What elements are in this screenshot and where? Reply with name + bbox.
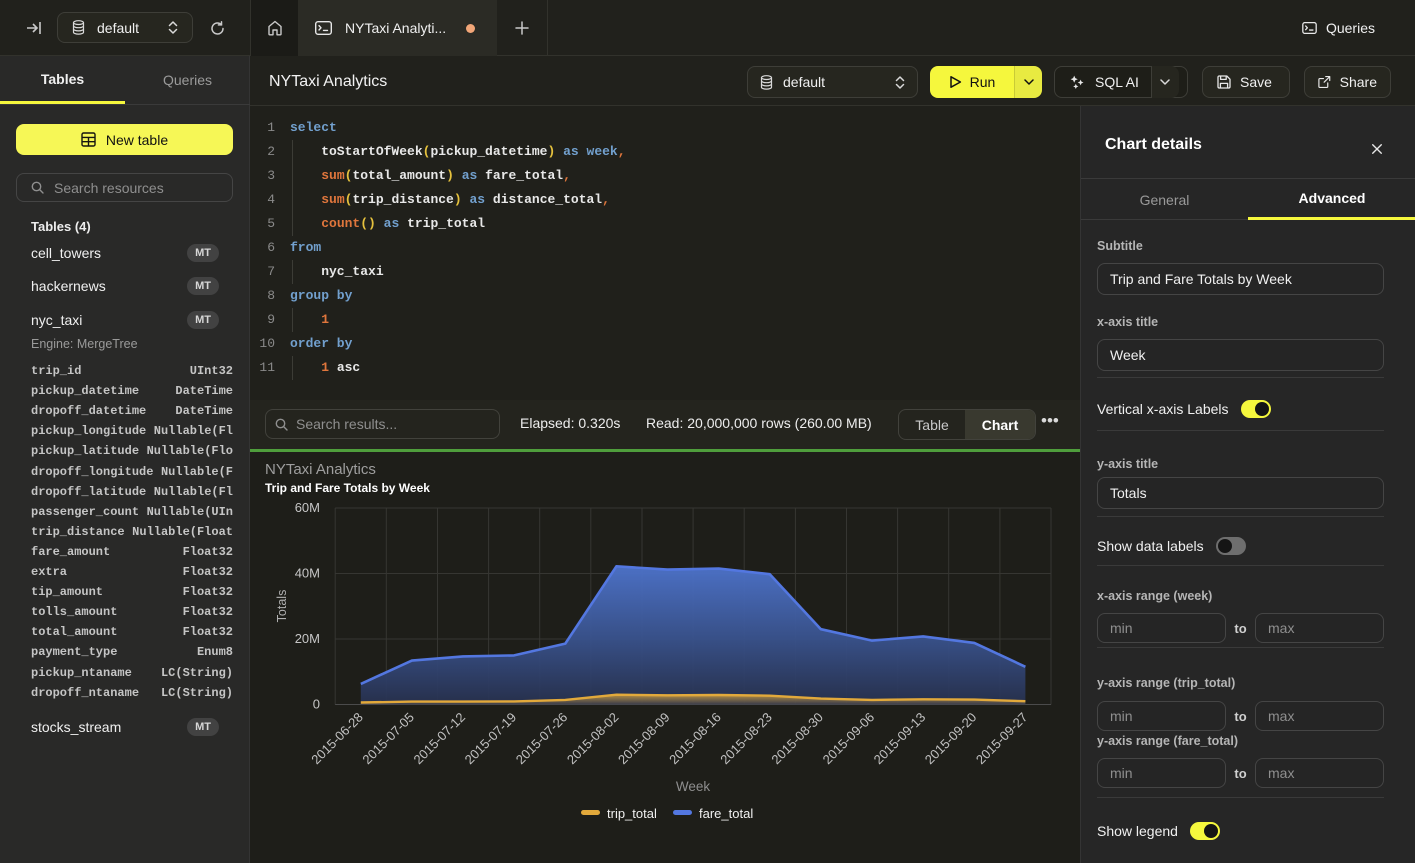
svg-text:Week: Week	[676, 779, 711, 794]
svg-text:2015-07-19: 2015-07-19	[462, 710, 520, 768]
svg-text:fare_total: fare_total	[699, 806, 753, 821]
svg-text:2015-08-16: 2015-08-16	[666, 710, 724, 768]
svg-text:2015-08-30: 2015-08-30	[768, 710, 826, 768]
svg-text:2015-07-05: 2015-07-05	[359, 710, 417, 768]
svg-text:2015-08-23: 2015-08-23	[717, 710, 775, 768]
svg-text:60M: 60M	[295, 500, 320, 515]
svg-text:2015-08-09: 2015-08-09	[615, 710, 673, 768]
svg-text:2015-06-28: 2015-06-28	[308, 710, 366, 768]
svg-text:trip_total: trip_total	[607, 806, 657, 821]
svg-text:Totals: Totals	[275, 590, 289, 623]
svg-text:2015-09-20: 2015-09-20	[922, 710, 980, 768]
svg-text:2015-07-12: 2015-07-12	[410, 710, 468, 768]
svg-text:2015-09-13: 2015-09-13	[871, 710, 929, 768]
svg-text:2015-08-02: 2015-08-02	[564, 710, 622, 768]
svg-text:40M: 40M	[295, 566, 320, 581]
svg-text:2015-09-06: 2015-09-06	[820, 710, 878, 768]
svg-text:20M: 20M	[295, 631, 320, 646]
svg-text:2015-09-27: 2015-09-27	[973, 710, 1031, 768]
svg-text:2015-07-26: 2015-07-26	[513, 710, 571, 768]
svg-text:0: 0	[313, 697, 320, 712]
